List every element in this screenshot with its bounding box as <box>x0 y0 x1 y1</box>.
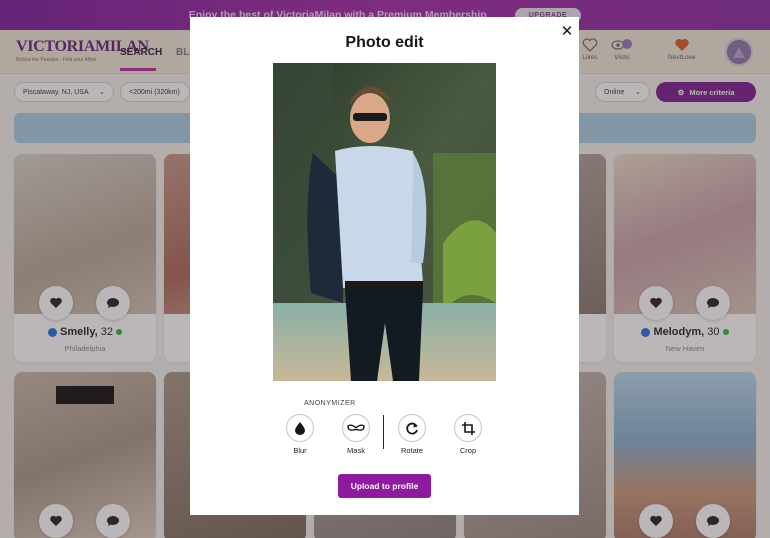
upload-to-profile-button[interactable]: Upload to profile <box>338 474 431 498</box>
rotate-label: Rotate <box>400 446 424 455</box>
blur-tool[interactable]: Blur <box>278 414 322 455</box>
anonymizer-label: ANONYMIZER <box>304 400 356 407</box>
crop-label: Crop <box>459 446 477 455</box>
photo-edit-modal: Photo edit ✕ ANONYMIZER Blur Mask Rotate… <box>190 17 579 515</box>
tool-circle <box>286 414 314 442</box>
crop-tool[interactable]: Crop <box>446 414 490 455</box>
mask-label: Mask <box>347 446 365 455</box>
tool-circle <box>342 414 370 442</box>
tool-circle <box>454 414 482 442</box>
mask-icon <box>347 424 365 431</box>
rotate-tool[interactable]: Rotate <box>390 414 434 455</box>
page: Enjoy the best of VictoriaMilan with a P… <box>0 0 770 538</box>
tool-circle <box>398 414 426 442</box>
rotate-icon <box>405 422 418 434</box>
photo-preview <box>273 63 496 381</box>
mask-tool[interactable]: Mask <box>334 414 378 455</box>
crop-icon <box>461 421 475 435</box>
tool-divider <box>383 415 384 449</box>
blur-label: Blur <box>293 446 307 455</box>
modal-title: Photo edit <box>345 34 424 51</box>
close-icon[interactable]: ✕ <box>559 24 575 40</box>
photo-image <box>273 63 496 381</box>
drop-icon <box>295 421 305 435</box>
